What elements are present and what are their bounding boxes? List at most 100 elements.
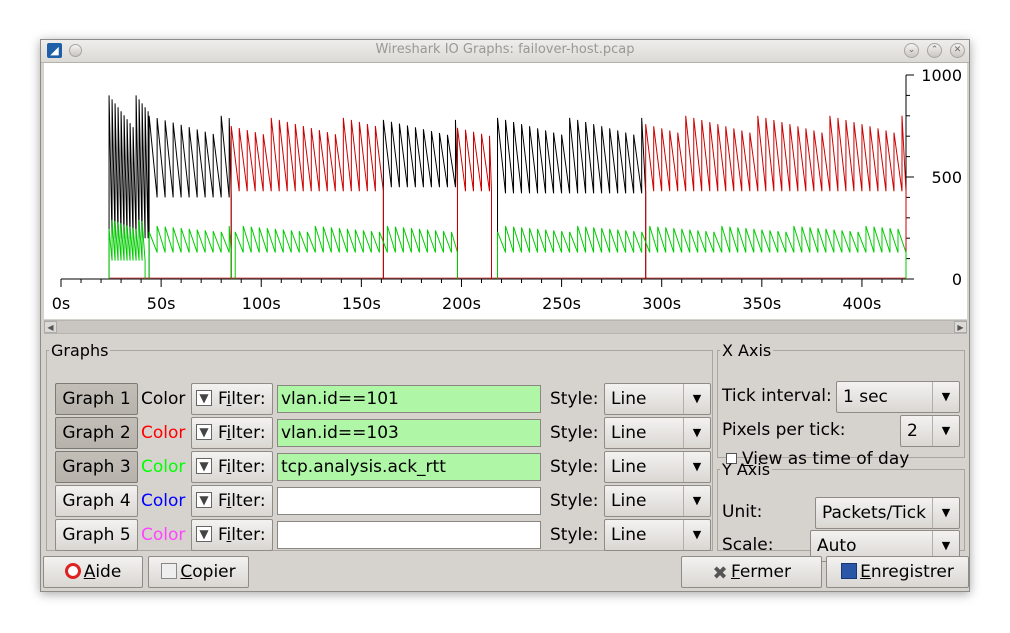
save-mnemonic: E (860, 562, 871, 582)
filter-label-part: F (218, 525, 227, 545)
graph-1-filter-button[interactable]: ▼ Filter: (191, 383, 273, 415)
graph-4-style-select[interactable]: Line ▼ (604, 485, 711, 517)
unit-value: Packets/Tick (822, 503, 926, 523)
series-line-3 (108, 219, 907, 279)
chevron-down-icon: ▼ (683, 384, 710, 414)
graph-3-toggle-button[interactable]: Graph 3 (55, 451, 138, 483)
series-line-2 (230, 115, 907, 279)
graph-5-filter-input[interactable] (277, 521, 541, 549)
y-tick-label: 500 (931, 168, 962, 187)
graph-1-filter-input[interactable] (277, 385, 541, 413)
graph-3-filter-button[interactable]: ▼ Filter: (191, 451, 273, 483)
graph-4-toggle-button[interactable]: Graph 4 (55, 485, 138, 517)
graph-2-style-label: Style: (550, 423, 599, 443)
filter-label-part: lter: (231, 525, 266, 545)
close-icon[interactable]: ✕ (950, 43, 965, 58)
graph-1-style-label: Style: (550, 389, 599, 409)
filter-label-part: lter: (231, 457, 266, 477)
chevron-down-icon: ▼ (932, 416, 959, 446)
graph-3-style-label: Style: (550, 457, 599, 477)
filter-funnel-icon: ▼ (196, 390, 212, 406)
minimize-icon[interactable]: ⌄ (904, 43, 919, 58)
style-value: Line (611, 389, 647, 409)
graph-1-style-select[interactable]: Line ▼ (604, 383, 711, 415)
style-value: Line (611, 491, 647, 511)
x-tick-label: 200s (442, 294, 481, 313)
tick-interval-label: Tick interval: (722, 386, 832, 406)
close-x-icon: ✖ (712, 563, 728, 584)
y-axis-title: Y Axis (722, 460, 771, 479)
graph-5-style-select[interactable]: Line ▼ (604, 519, 711, 551)
close-label-rest: ermer (739, 562, 792, 582)
filter-label-part: F (218, 491, 227, 511)
y-axis-panel: Y Axis Unit: Packets/Tick ▼ Scale: Auto … (717, 460, 965, 562)
filter-funnel-icon: ▼ (196, 492, 212, 508)
chevron-down-icon: ▼ (683, 486, 710, 516)
x-tick-label: 150s (342, 294, 381, 313)
y-tick-label: 0 (952, 270, 962, 289)
copy-mnemonic: C (180, 562, 193, 582)
style-value: Line (611, 525, 647, 545)
filter-label-part: lter: (231, 389, 266, 409)
graph-5-filter-button[interactable]: ▼ Filter: (191, 519, 273, 551)
graph-4-filter-button[interactable]: ▼ Filter: (191, 485, 273, 517)
filter-funnel-icon: ▼ (196, 526, 212, 542)
graph-2-filter-button[interactable]: ▼ Filter: (191, 417, 273, 449)
graph-5-toggle-button[interactable]: Graph 5 (55, 519, 138, 551)
filter-funnel-icon: ▼ (196, 458, 212, 474)
graph-5-style-label: Style: (550, 525, 599, 545)
graph-3-style-select[interactable]: Line ▼ (604, 451, 711, 483)
scroll-right-icon[interactable]: ▶ (954, 321, 967, 333)
graph-2-filter-input[interactable] (277, 419, 541, 447)
graph-1-toggle-button[interactable]: Graph 1 (55, 383, 138, 415)
help-mnemonic: A (83, 562, 96, 582)
x-axis-title: X Axis (722, 341, 772, 360)
io-graphs-window: ◢ Wireshark IO Graphs: failover-host.pca… (40, 39, 970, 592)
close-button[interactable]: ✖ Fermer (681, 556, 822, 588)
graphs-panel: Graphs Graph 1Color▼Filter:Style:Line▼Gr… (46, 341, 713, 551)
scroll-left-icon[interactable]: ◀ (44, 321, 57, 333)
chevron-down-icon: ▼ (683, 520, 710, 550)
tick-interval-value: 1 sec (843, 387, 888, 407)
chevron-down-icon: ▼ (932, 382, 959, 412)
graph-3-color-button[interactable]: Color (141, 452, 185, 482)
io-graph-chart: 0s 50s 100s 150s 200s 250s 300s 350s 400s 0 500 100… (52, 66, 962, 313)
unit-label: Unit: (722, 502, 763, 522)
plot-scrollbar[interactable]: ◀ ▶ (44, 320, 967, 334)
help-button[interactable]: Aide (43, 556, 143, 588)
scale-value: Auto (817, 536, 857, 556)
floppy-disk-icon (841, 563, 858, 579)
graph-1-color-button[interactable]: Color (141, 384, 185, 414)
graphs-panel-title: Graphs (51, 341, 109, 360)
tick-interval-select[interactable]: 1 sec ▼ (836, 381, 960, 413)
filter-label-part: F (218, 423, 227, 443)
graph-4-filter-input[interactable] (277, 487, 541, 515)
chevron-down-icon: ▼ (932, 498, 959, 528)
graph-5-color-button[interactable]: Color (141, 520, 185, 550)
x-tick-label: 250s (542, 294, 581, 313)
x-tick-label: 400s (843, 294, 882, 313)
unit-select[interactable]: Packets/Tick ▼ (815, 497, 960, 529)
graph-2-toggle-button[interactable]: Graph 2 (55, 417, 138, 449)
y-tick-label: 1000 (921, 66, 962, 85)
close-mnemonic: F (730, 562, 740, 582)
graph-2-style-select[interactable]: Line ▼ (604, 417, 711, 449)
save-button[interactable]: Enregistrer (826, 556, 969, 588)
copy-button[interactable]: Copier (148, 556, 249, 588)
graph-2-color-button[interactable]: Color (141, 418, 185, 448)
pixels-per-tick-value: 2 (907, 421, 918, 441)
window-title: Wireshark IO Graphs: failover-host.pcap (375, 42, 635, 57)
pixels-per-tick-select[interactable]: 2 ▼ (900, 415, 960, 447)
style-value: Line (611, 457, 647, 477)
title-bar[interactable]: ◢ Wireshark IO Graphs: failover-host.pca… (41, 40, 969, 63)
filter-label-part: F (218, 457, 227, 477)
maximize-icon[interactable]: ⌃ (927, 43, 942, 58)
pixels-per-tick-label: Pixels per tick: (722, 420, 846, 440)
io-graph-plot[interactable]: 0s 50s 100s 150s 200s 250s 300s 350s 400s 0 500 100… (44, 63, 967, 319)
filter-label-part: lter: (231, 491, 266, 511)
x-tick-label: 300s (642, 294, 681, 313)
graph-4-color-button[interactable]: Color (141, 486, 185, 516)
graph-4-style-label: Style: (550, 491, 599, 511)
x-axis-panel: X Axis Tick interval: 1 sec ▼ Pixels per… (717, 341, 965, 469)
graph-3-filter-input[interactable] (277, 453, 541, 481)
